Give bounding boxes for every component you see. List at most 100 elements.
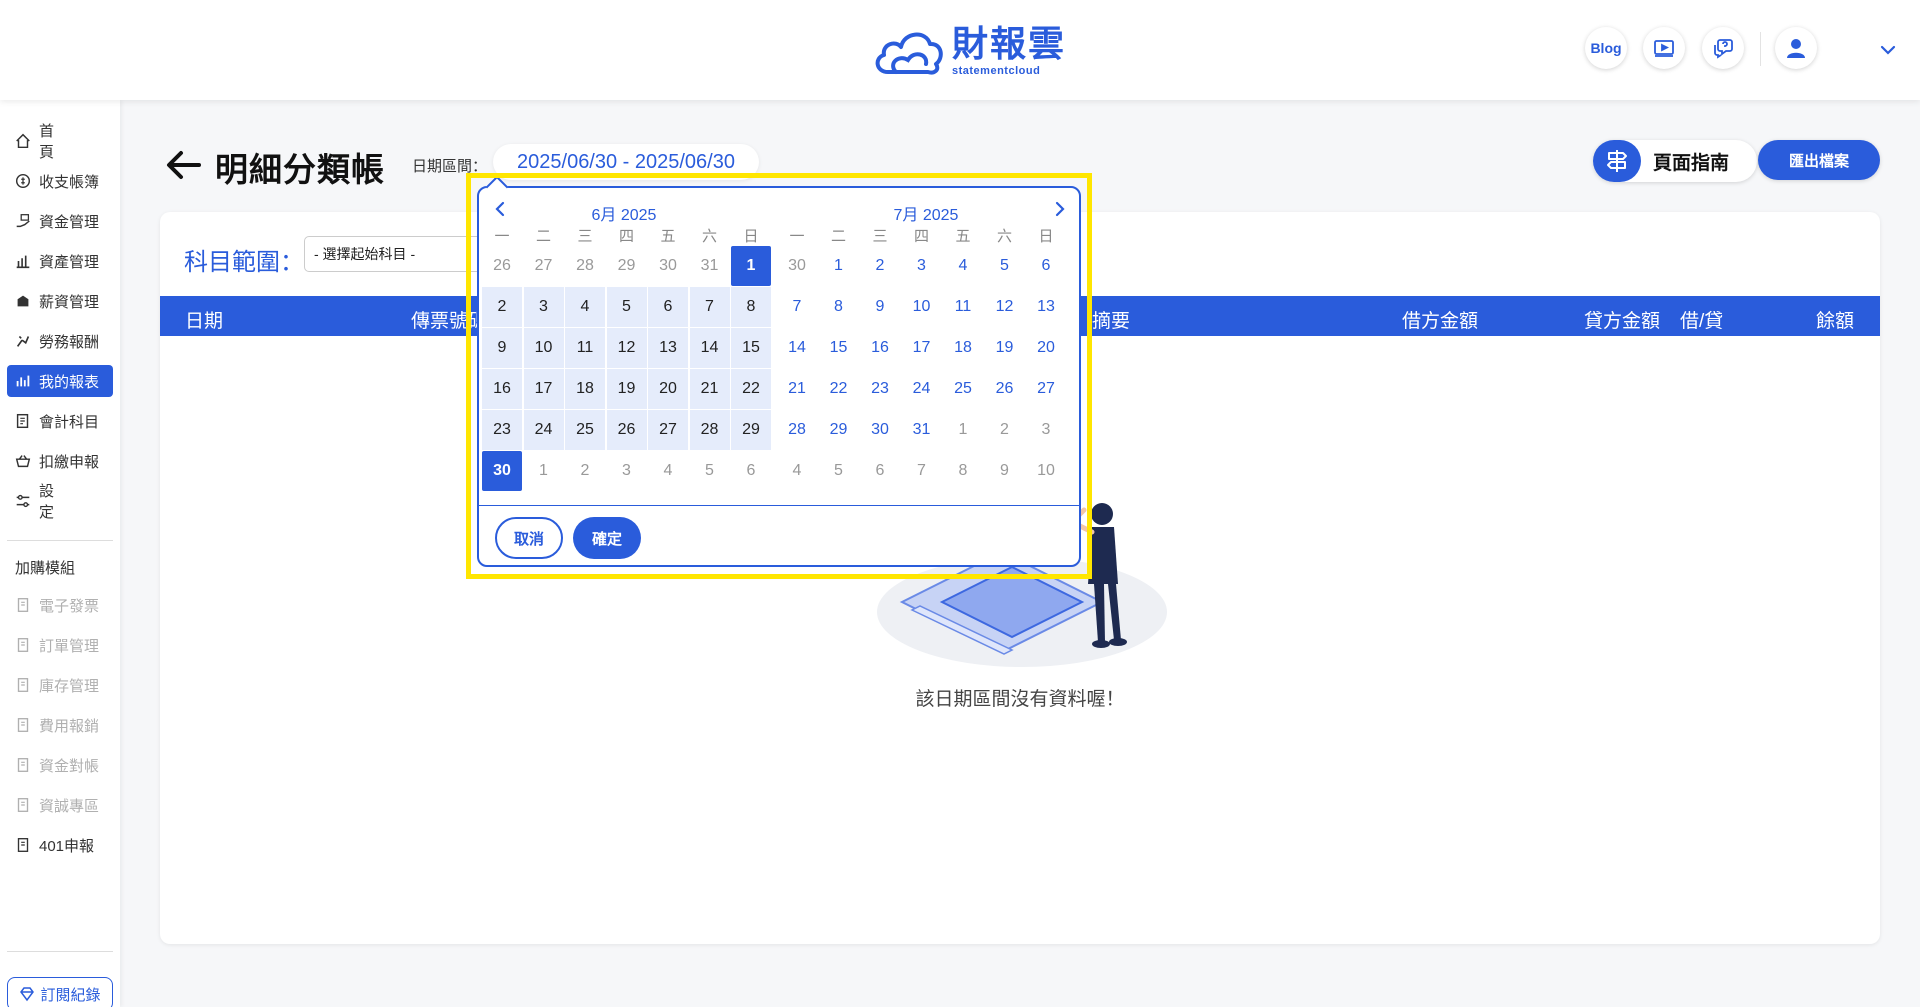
back-arrow-icon[interactable] bbox=[165, 148, 203, 182]
subscription-record-button[interactable]: 訂閱紀錄 bbox=[7, 977, 113, 1007]
calendar-day-july[interactable]: 12 bbox=[985, 287, 1025, 327]
page-guide-button[interactable]: 頁面指南 bbox=[1593, 140, 1757, 182]
sidebar-item-3[interactable]: 資產管理 bbox=[7, 245, 113, 277]
calendar-day-june[interactable]: 3 bbox=[523, 287, 564, 327]
sidebar-item-7[interactable]: 會計科目 bbox=[7, 405, 113, 437]
column-header-date[interactable]: 日期 bbox=[185, 306, 223, 333]
calendar-day-july[interactable]: 27 bbox=[1026, 369, 1066, 409]
calendar-day-june[interactable]: 11 bbox=[565, 328, 605, 368]
sidebar-item-2[interactable]: 資金管理 bbox=[7, 205, 113, 237]
help-chat-button[interactable] bbox=[1702, 27, 1744, 69]
calendar-day-july[interactable]: 11 bbox=[943, 287, 983, 327]
calendar-day-june[interactable]: 4 bbox=[565, 287, 605, 327]
column-header-credit[interactable]: 貸方金額 bbox=[1584, 306, 1660, 333]
calendar-day-june[interactable]: 2 bbox=[565, 451, 605, 491]
calendar-day-june[interactable]: 2 bbox=[482, 287, 522, 327]
calendar-day-july[interactable]: 7 bbox=[777, 287, 817, 327]
calendar-day-july[interactable]: 2 bbox=[860, 246, 900, 286]
calendar-day-july[interactable]: 5 bbox=[985, 246, 1025, 286]
calendar-day-june[interactable]: 23 bbox=[482, 410, 522, 450]
blog-button[interactable]: Blog bbox=[1585, 27, 1627, 69]
calendar-day-july[interactable]: 19 bbox=[985, 328, 1025, 368]
column-header-balance[interactable]: 餘額 bbox=[1816, 306, 1854, 333]
calendar-day-july[interactable]: 28 bbox=[777, 410, 817, 450]
calendar-day-july[interactable]: 24 bbox=[902, 369, 942, 409]
date-range-input[interactable]: 2025/06/30 - 2025/06/30 bbox=[493, 144, 759, 180]
calendar-day-june[interactable]: 13 bbox=[648, 328, 688, 368]
calendar-day-july[interactable]: 2 bbox=[985, 410, 1025, 450]
column-header-voucher[interactable]: 傳票號碼 bbox=[411, 306, 487, 333]
calendar-day-june[interactable]: 14 bbox=[689, 328, 730, 368]
calendar-day-july[interactable]: 7 bbox=[902, 451, 942, 491]
calendar-day-june[interactable]: 17 bbox=[523, 369, 564, 409]
calendar-day-july[interactable]: 21 bbox=[777, 369, 817, 409]
calendar-day-june[interactable]: 18 bbox=[565, 369, 605, 409]
calendar-day-june[interactable]: 3 bbox=[607, 451, 647, 491]
calendar-day-june[interactable]: 8 bbox=[731, 287, 771, 327]
column-header-summary[interactable]: 摘要 bbox=[1092, 306, 1130, 333]
sidebar-item-addon-2[interactable]: 庫存管理 bbox=[7, 669, 113, 701]
calendar-day-june[interactable]: 28 bbox=[689, 410, 730, 450]
calendar-day-june[interactable]: 1 bbox=[524, 451, 564, 491]
calendar-day-july[interactable]: 14 bbox=[777, 328, 817, 368]
calendar-day-july[interactable]: 13 bbox=[1026, 287, 1066, 327]
calendar-day-june[interactable]: 31 bbox=[690, 246, 730, 286]
column-header-debit[interactable]: 借方金額 bbox=[1402, 306, 1478, 333]
calendar-day-july[interactable]: 9 bbox=[860, 287, 900, 327]
calendar-day-july[interactable]: 3 bbox=[1026, 410, 1066, 450]
sidebar-item-addon-4[interactable]: 資金對帳 bbox=[7, 749, 113, 781]
calendar-day-june[interactable]: 20 bbox=[648, 369, 688, 409]
sidebar-item-addon-6[interactable]: 401申報 bbox=[7, 829, 113, 861]
brand-logo[interactable]: 財報雲 statementcloud bbox=[870, 24, 1066, 78]
calendar-day-june[interactable]: 30 bbox=[482, 451, 522, 491]
sidebar-item-addon-5[interactable]: 資誠專區 bbox=[7, 789, 113, 821]
video-tutorial-button[interactable] bbox=[1643, 27, 1685, 69]
calendar-day-july[interactable]: 17 bbox=[902, 328, 942, 368]
calendar-day-june[interactable]: 6 bbox=[731, 451, 771, 491]
calendar-day-july[interactable]: 3 bbox=[902, 246, 942, 286]
calendar-day-july[interactable]: 8 bbox=[819, 287, 859, 327]
calendar-day-july[interactable]: 9 bbox=[985, 451, 1025, 491]
calendar-day-july[interactable]: 1 bbox=[943, 410, 983, 450]
cancel-button[interactable]: 取消 bbox=[495, 517, 563, 559]
calendar-day-june[interactable]: 6 bbox=[648, 287, 688, 327]
calendar-day-july[interactable]: 18 bbox=[943, 328, 983, 368]
calendar-day-july[interactable]: 1 bbox=[819, 246, 859, 286]
calendar-day-june[interactable]: 27 bbox=[648, 410, 688, 450]
calendar-day-june[interactable]: 9 bbox=[482, 328, 522, 368]
calendar-day-july[interactable]: 22 bbox=[819, 369, 859, 409]
export-file-button[interactable]: 匯出檔案 bbox=[1758, 140, 1880, 180]
calendar-day-june[interactable]: 26 bbox=[482, 246, 522, 286]
calendar-day-july[interactable]: 10 bbox=[902, 287, 942, 327]
sidebar-item-4[interactable]: 薪資管理 bbox=[7, 285, 113, 317]
calendar-day-june[interactable]: 5 bbox=[690, 451, 730, 491]
calendar-day-july[interactable]: 29 bbox=[819, 410, 859, 450]
calendar-day-july[interactable]: 16 bbox=[860, 328, 900, 368]
calendar-day-june[interactable]: 1 bbox=[731, 246, 771, 286]
calendar-day-june[interactable]: 29 bbox=[731, 410, 771, 450]
sidebar-item-addon-1[interactable]: 訂單管理 bbox=[7, 629, 113, 661]
calendar-day-july[interactable]: 4 bbox=[777, 451, 817, 491]
calendar-day-july[interactable]: 23 bbox=[860, 369, 900, 409]
calendar-day-june[interactable]: 15 bbox=[731, 328, 771, 368]
calendar-day-july[interactable]: 4 bbox=[943, 246, 983, 286]
calendar-day-july[interactable]: 25 bbox=[943, 369, 983, 409]
calendar-day-july[interactable]: 8 bbox=[943, 451, 983, 491]
sidebar-item-1[interactable]: 收支帳簿 bbox=[7, 165, 113, 197]
calendar-day-june[interactable]: 12 bbox=[606, 328, 647, 368]
calendar-day-july[interactable]: 6 bbox=[1026, 246, 1066, 286]
sidebar-item-addon-0[interactable]: 電子發票 bbox=[7, 589, 113, 621]
calendar-day-june[interactable]: 4 bbox=[648, 451, 688, 491]
sidebar-item-8[interactable]: 扣繳申報 bbox=[7, 445, 113, 477]
calendar-day-june[interactable]: 10 bbox=[523, 328, 564, 368]
calendar-day-june[interactable]: 16 bbox=[482, 369, 522, 409]
calendar-day-july[interactable]: 10 bbox=[1026, 451, 1066, 491]
calendar-day-june[interactable]: 21 bbox=[689, 369, 730, 409]
calendar-day-july[interactable]: 20 bbox=[1026, 328, 1066, 368]
calendar-day-june[interactable]: 26 bbox=[606, 410, 647, 450]
calendar-day-july[interactable]: 31 bbox=[902, 410, 942, 450]
sidebar-item-5[interactable]: 勞務報酬 bbox=[7, 325, 113, 357]
calendar-day-june[interactable]: 19 bbox=[606, 369, 647, 409]
calendar-day-june[interactable]: 30 bbox=[648, 246, 688, 286]
calendar-day-june[interactable]: 28 bbox=[565, 246, 605, 286]
